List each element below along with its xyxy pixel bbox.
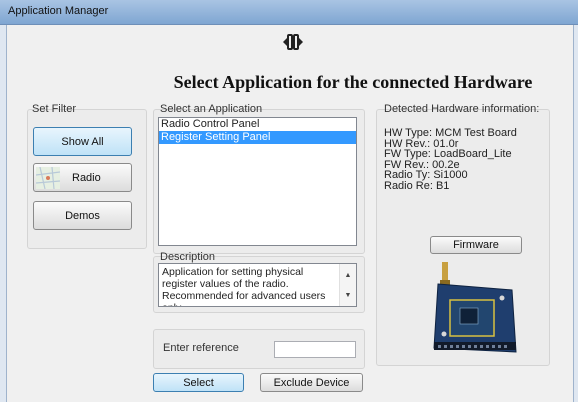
- reference-label: Enter reference: [163, 342, 239, 354]
- exclude-device-label: Exclude Device: [273, 376, 350, 389]
- radio-rev-line: Radio Re: B1: [384, 179, 450, 192]
- firmware-label: Firmware: [453, 239, 499, 251]
- demos-filter-button[interactable]: Demos: [33, 201, 132, 230]
- window-titlebar[interactable]: Application Manager: [0, 0, 578, 25]
- select-button[interactable]: Select: [153, 373, 244, 392]
- description-label: Description: [160, 251, 216, 263]
- demos-filter-label: Demos: [65, 209, 100, 222]
- scroll-up-icon[interactable]: ▲: [340, 272, 356, 279]
- hw-type-line: HW Type: MCM Test Board: [384, 127, 517, 139]
- filter-label: Set Filter: [32, 103, 77, 115]
- scroll-down-icon[interactable]: ▼: [340, 292, 356, 299]
- list-item-register-setting-panel[interactable]: Register Setting Panel: [159, 131, 356, 144]
- hardware-label: Detected Hardware information:: [384, 103, 540, 115]
- exclude-device-button[interactable]: Exclude Device: [260, 373, 363, 392]
- description-text: Application for setting physical registe…: [162, 266, 326, 306]
- description-textbox[interactable]: Application for setting physical registe…: [158, 263, 357, 307]
- applications-listbox[interactable]: Radio Control Panel Register Setting Pan…: [158, 117, 357, 246]
- description-scrollbar[interactable]: ▲ ▼: [339, 264, 356, 306]
- list-item-radio-control-panel[interactable]: Radio Control Panel: [159, 118, 356, 131]
- reference-input[interactable]: [274, 341, 356, 358]
- radio-map-icon: [36, 166, 60, 189]
- hardware-info: HW Type: MCM Test Board HW Rev.: 01.0r F…: [384, 128, 517, 191]
- firmware-button[interactable]: Firmware: [430, 236, 522, 254]
- window-title: Application Manager: [8, 5, 109, 17]
- radio-filter-label: Radio: [72, 171, 101, 184]
- radio-filter-button[interactable]: Radio: [33, 163, 132, 192]
- applications-label: Select an Application: [160, 103, 263, 115]
- hardware-board-image: [433, 262, 517, 353]
- select-label: Select: [183, 376, 214, 389]
- page-title: Select Application for the connected Har…: [173, 72, 533, 92]
- show-all-button[interactable]: Show All: [33, 127, 132, 156]
- fw-type-line: FW Type: LoadBoard_Lite: [384, 148, 512, 160]
- radio-type-line: Radio Ty: Si1000: [384, 169, 468, 181]
- show-all-label: Show All: [61, 135, 104, 148]
- app-logo-icon: [283, 34, 303, 50]
